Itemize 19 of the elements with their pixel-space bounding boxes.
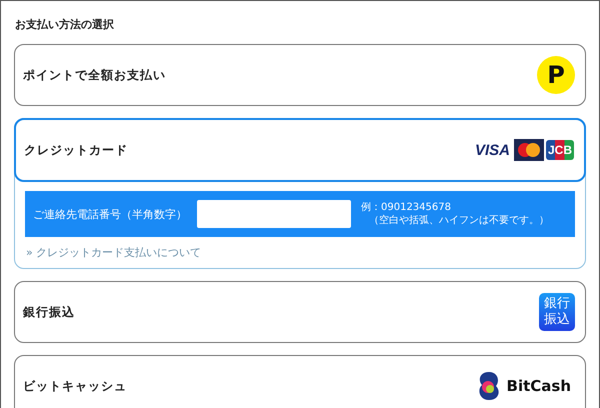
- note-text: （空白や括弧、ハイフンは不要です。）: [368, 214, 549, 227]
- option-label: クレジットカード: [24, 142, 128, 158]
- mastercard-logo: [514, 139, 544, 161]
- bank-transfer-logo: 銀行 振込: [539, 293, 575, 331]
- bitcash-icon: [476, 371, 501, 401]
- payment-option[interactable]: ビットキャッシュ BitCash: [14, 355, 586, 408]
- option-label: ビットキャッシュ: [23, 378, 127, 394]
- payment-option[interactable]: 銀行振込 銀行 振込: [14, 281, 586, 343]
- info-link[interactable]: » クレジットカード支払いについて: [26, 245, 585, 260]
- option-label: ポイントで全額お支払い: [23, 66, 166, 84]
- points-logo: P: [537, 56, 575, 94]
- visa-logo: VISA: [474, 142, 510, 158]
- option-label: 銀行振込: [23, 304, 75, 320]
- phone-input-field[interactable]: [197, 200, 351, 228]
- section-title: お支払い方法の選択: [15, 17, 115, 32]
- bitcash-logo: BitCash: [506, 377, 571, 395]
- example-text: 例：09012345678: [361, 201, 452, 214]
- field-label: ご連絡先電話番号（半角数字）: [33, 206, 187, 222]
- payment-option[interactable]: ポイントで全額お支払い P: [14, 44, 586, 106]
